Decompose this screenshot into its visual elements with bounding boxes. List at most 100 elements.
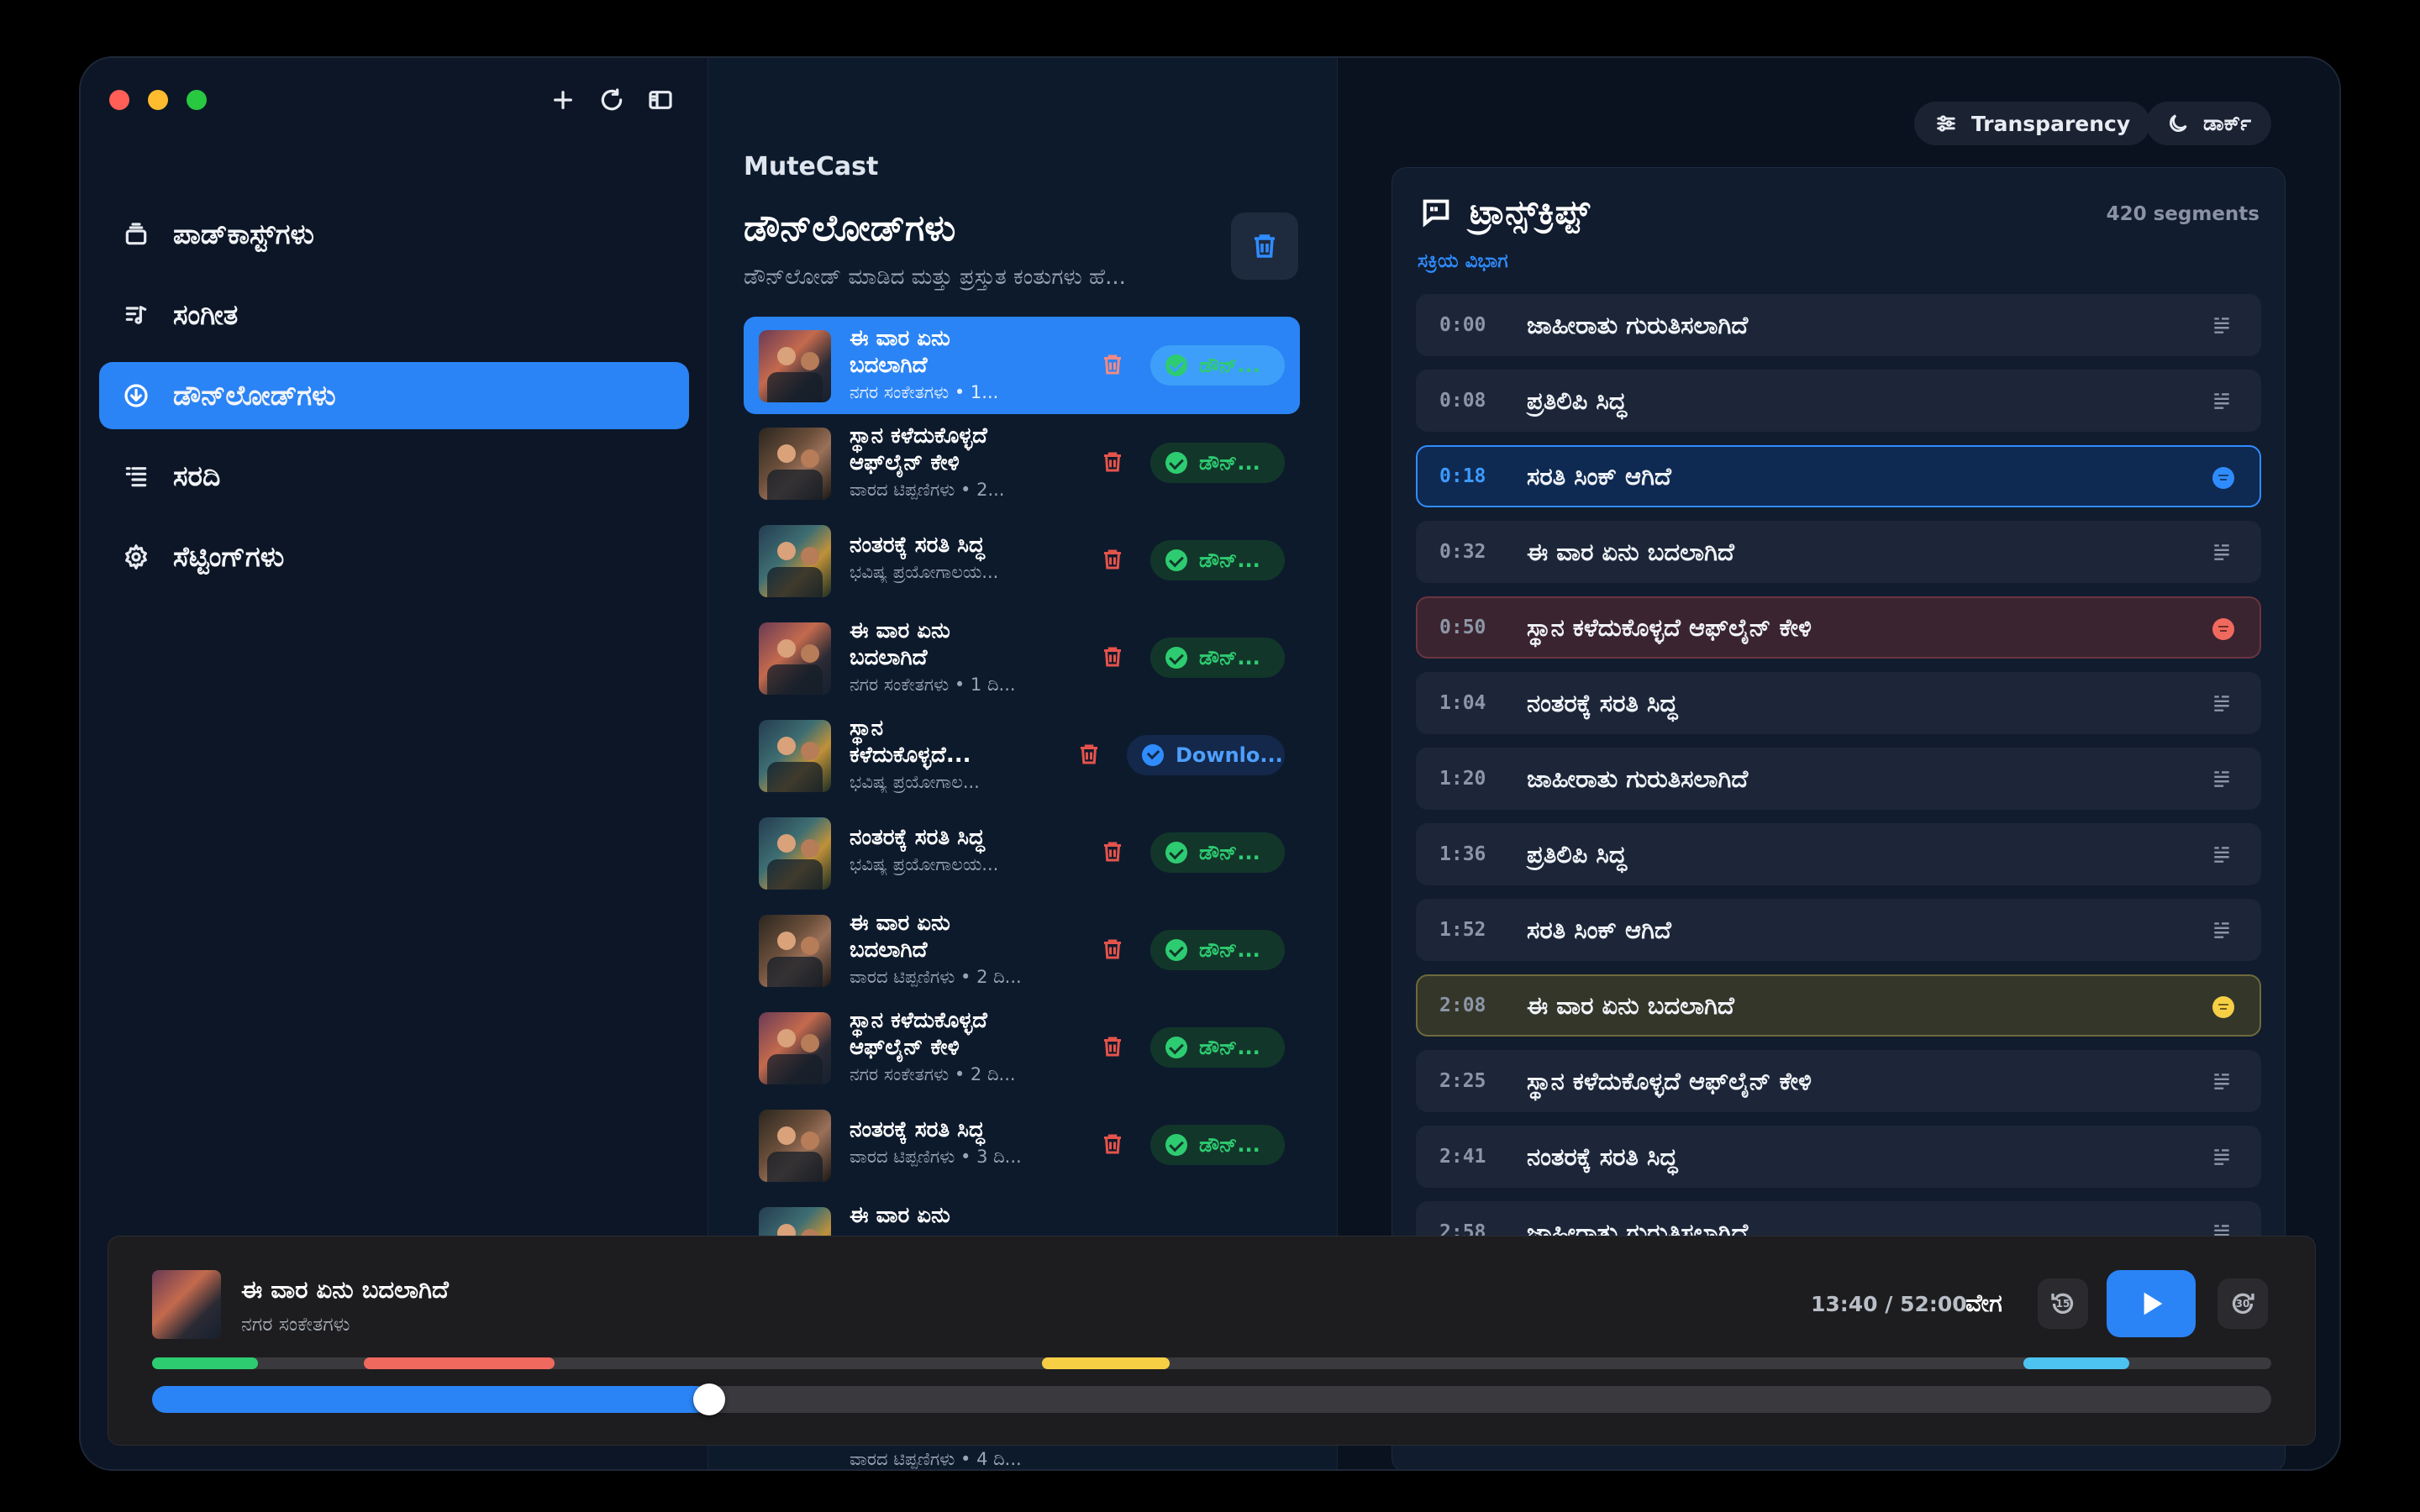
delete-episode-button[interactable]: [1076, 742, 1103, 769]
sidebar-item-music[interactable]: ಸಂಗೀತ: [99, 281, 689, 349]
segment-time: 0:32: [1439, 541, 1486, 563]
now-playing-artwork: [152, 1270, 221, 1339]
transcript-segment[interactable]: 0:50 ಸ್ಥಾನ ಕಳೆದುಕೊಳ್ಳದೆ ಆಫ್‌ಲೈನ್ ಕೇಳಿ: [1416, 596, 2261, 659]
delete-episode-button[interactable]: [1100, 644, 1127, 671]
transcript-segment[interactable]: 0:18 ಸರತಿ ಸಿಂಕ್ ಆಗಿದೆ: [1416, 445, 2261, 507]
transcript-segment[interactable]: 2:08 ಈ ವಾರ ಏನು ಬದಲಾಗಿದೆ: [1416, 974, 2261, 1037]
close-window-button[interactable]: [109, 90, 129, 110]
delete-episode-button[interactable]: [1100, 1131, 1127, 1158]
skip-forward-seconds: 30: [2235, 1298, 2250, 1310]
segment-text: ಪ್ರತಿಲಿಪಿ ಸಿದ್ಧ: [1527, 839, 1627, 869]
theme-toggle-button[interactable]: ಡಾರ್ಕ್: [2146, 102, 2272, 145]
episode-meta: ಭವಿಷ್ಯ ಪ್ರಯೋಗಾಲಯ...: [850, 562, 999, 582]
speed-button[interactable]: ವೇಗ: [1965, 1289, 2002, 1318]
episode-title: ಈ ವಾರ ಏನು ಬದಲಾಗಿದೆ: [850, 911, 950, 963]
chat-bubble-icon: [1423, 199, 1449, 228]
transcript-segment[interactable]: 0:00 ಜಾಹೀರಾತು ಗುರುತಿಸಲಾಗಿದೆ: [1416, 294, 2261, 356]
segment-marker: [364, 1357, 555, 1369]
segment-time: 1:20: [1439, 768, 1486, 790]
list-item[interactable]: ಸ್ಥಾನ ಕಳೆದುಕೊಳ್ಳದೆ... ಭವಿಷ್ಯ ಪ್ರಯೋಗಾಲ...…: [744, 706, 1300, 804]
delete-episode-button[interactable]: [1100, 839, 1127, 866]
play-icon: [2144, 1292, 2163, 1315]
text-lines-icon: [2211, 1070, 2234, 1094]
list-item[interactable]: ಸ್ಥಾನ ಕಳೆದುಕೊಳ್ಳದೆ ಆಫ್‌ಲೈನ್ ಕೇಳಿ ನಗರ ಸಂಕ…: [744, 999, 1300, 1096]
trash-icon: [1255, 234, 1275, 258]
delete-episode-button[interactable]: [1100, 352, 1127, 379]
trash-icon: [1104, 354, 1121, 375]
segment-time: 2:08: [1439, 995, 1486, 1016]
list-item[interactable]: ನಂತರಕ್ಕೆ ಸರತಿ ಸಿದ್ಧ ಭವಿಷ್ಯ ಪ್ರಯೋಗಾಲಯ... …: [744, 512, 1300, 609]
transcript-segment[interactable]: 0:32 ಈ ವಾರ ಏನು ಬದಲಾಗಿದೆ: [1416, 521, 2261, 583]
trash-icon: [1104, 842, 1121, 862]
status-badge: ಡೌನ್...: [1150, 540, 1285, 580]
delete-episode-button[interactable]: [1100, 1034, 1127, 1061]
transcript-header: ಟ್ರಾನ್ಸ್‌ಕ್ರಿಪ್ಟ್: [1419, 193, 1590, 232]
text-lines-icon: [2211, 843, 2234, 867]
text-lines-icon: [2211, 390, 2234, 413]
toggle-sidebar-button[interactable]: [644, 83, 677, 117]
transcript-segment[interactable]: 2:41 ನಂತರಕ್ಕೆ ಸರತಿ ಸಿದ್ಧ: [1416, 1126, 2261, 1188]
playback-time: 13:40 / 52:00: [1811, 1292, 1967, 1316]
sliders-icon: [1937, 115, 1955, 132]
refresh-button[interactable]: [595, 83, 629, 117]
trash-icon: [1104, 939, 1121, 959]
episode-title: ನಂತರಕ್ಕೆ ಸರತಿ ಸಿದ್ಧ: [850, 825, 985, 850]
skip-forward-button[interactable]: 30: [2217, 1278, 2268, 1329]
segment-count: 420 segments: [2106, 203, 2260, 225]
trash-icon: [1104, 1037, 1121, 1057]
delete-episode-button[interactable]: [1100, 547, 1127, 574]
segment-text: ಜಾಹೀರಾತು ಗುರುತಿಸಲಾಗಿದೆ: [1527, 310, 1749, 339]
sidebar-item-podcasts[interactable]: ಪಾಡ್‌ಕಾಸ್ಟ್‌ಗಳು: [99, 201, 689, 268]
skip-back-button[interactable]: 15: [2038, 1278, 2088, 1329]
segment-text: ಸರತಿ ಸಿಂಕ್ ಆಗಿದೆ: [1527, 915, 1671, 944]
list-item[interactable]: ನಂತರಕ್ಕೆ ಸರತಿ ಸಿದ್ಧ ವಾರದ ಟಿಪ್ಪಣಿಗಳು • 3 …: [744, 1096, 1300, 1194]
transcript-segment[interactable]: 0:08 ಪ್ರತಿಲಿಪಿ ಸಿದ್ಧ: [1416, 370, 2261, 432]
trash-icon: [1104, 1134, 1121, 1154]
segment-marker: [152, 1357, 259, 1369]
transcript-segment[interactable]: 1:04 ನಂತರಕ್ಕೆ ಸರತಿ ಸಿದ್ಧ: [1416, 672, 2261, 734]
page-title: ಡೌನ್‌ಲೋಡ್‌ಗಳು: [744, 207, 956, 249]
episode-title: ನಂತರಕ್ಕೆ ಸರತಿ ಸಿದ್ಧ: [850, 1117, 985, 1142]
zoom-window-button[interactable]: [187, 90, 207, 110]
list-item[interactable]: ಸ್ಥಾನ ಕಳೆದುಕೊಳ್ಳದೆ ಆಫ್‌ಲೈನ್ ಕೇಳಿ ವಾರದ ಟಿ…: [744, 414, 1300, 512]
add-button[interactable]: [546, 83, 580, 117]
status-badge: ಡೌನ್...: [1150, 443, 1285, 483]
delete-episode-button[interactable]: [1100, 937, 1127, 963]
sidebar-toolbar: [546, 83, 677, 117]
delete-all-button[interactable]: [1231, 213, 1298, 280]
segment-marker-icon: [2212, 618, 2234, 640]
theme-label: ಡಾರ್ಕ್: [2203, 111, 2252, 135]
active-section-link[interactable]: ಸಕ್ರಿಯ ವಿಭಾಗ: [1418, 250, 1508, 272]
play-button[interactable]: [2107, 1270, 2196, 1337]
transparency-button[interactable]: Transparency: [1914, 102, 2151, 145]
transcript-title: ಟ್ರಾನ್ಸ್‌ಕ್ರಿಪ್ಟ್: [1470, 193, 1590, 232]
transcript-segment[interactable]: 2:25 ಸ್ಥಾನ ಕಳೆದುಕೊಳ್ಳದೆ ಆಫ್‌ಲೈನ್ ಕೇಳಿ: [1416, 1050, 2261, 1112]
episode-title: ಸ್ಥಾನ ಕಳೆದುಕೊಳ್ಳದೆ...: [850, 716, 971, 768]
app-window: ಪಾಡ್‌ಕಾಸ್ಟ್‌ಗಳು ಸಂಗೀತ ಡೌನ್‌ಲೋಡ್‌ಗಳು ಸರದಿ: [79, 56, 2341, 1471]
sidebar-item-downloads[interactable]: ಡೌನ್‌ಲೋಡ್‌ಗಳು: [99, 362, 689, 429]
sidebar-item-label: ಸೆಟ್ಟಿಂಗ್‌ಗಳು: [173, 540, 285, 573]
episode-artwork: [759, 330, 831, 402]
status-badge: ಡೌನ್...: [1150, 832, 1285, 873]
transcript-segment[interactable]: 1:52 ಸರತಿ ಸಿಂಕ್ ಆಗಿದೆ: [1416, 899, 2261, 961]
transcript-segment[interactable]: 1:20 ಜಾಹೀರಾತು ಗುರುತಿಸಲಾಗಿದೆ: [1416, 748, 2261, 810]
download-progress-badge: Downlo...: [1127, 735, 1285, 775]
scrubber-handle[interactable]: [693, 1383, 726, 1415]
list-item[interactable]: ಈ ವಾರ ಏನು ಬದಲಾಗಿದೆ ವಾರದ ಟಿಪ್ಪಣಿಗಳು • 2 ದ…: [744, 901, 1300, 999]
sidebar-item-settings[interactable]: ಸೆಟ್ಟಿಂಗ್‌ಗಳು: [99, 523, 689, 591]
list-item[interactable]: ನಂತರಕ್ಕೆ ಸರತಿ ಸಿದ್ಧ ಭವಿಷ್ಯ ಪ್ರಯೋಗಾಲಯ... …: [744, 804, 1300, 901]
progress-scrubber[interactable]: [152, 1383, 2271, 1415]
list-item[interactable]: ಈ ವಾರ ಏನು ಬದಲಾಗಿದೆ ನಗರ ಸಂಕೇತಗಳು • 1... ಡ…: [744, 317, 1300, 414]
list-item[interactable]: ಈ ವಾರ ಏನು ಬದಲಾಗಿದೆ ನಗರ ಸಂಕೇತಗಳು • 1 ದಿ..…: [744, 609, 1300, 706]
transcript-segment[interactable]: 1:36 ಪ್ರತಿಲಿಪಿ ಸಿದ್ಧ: [1416, 823, 2261, 885]
episode-artwork: [759, 622, 831, 695]
status-badge: ಡೌನ್...: [1150, 930, 1285, 970]
check-circle-icon: [1165, 647, 1187, 669]
status-badge: ಡೌನ್...: [1150, 1125, 1285, 1165]
minimize-window-button[interactable]: [148, 90, 168, 110]
sidebar-item-queue[interactable]: ಸರದಿ: [99, 443, 689, 510]
trash-icon: [1104, 647, 1121, 667]
delete-episode-button[interactable]: [1100, 449, 1127, 476]
segment-text: ನಂತರಕ್ಕೆ ಸರತಿ ಸಿದ್ಧ: [1527, 688, 1678, 717]
trash-icon: [1081, 744, 1097, 764]
